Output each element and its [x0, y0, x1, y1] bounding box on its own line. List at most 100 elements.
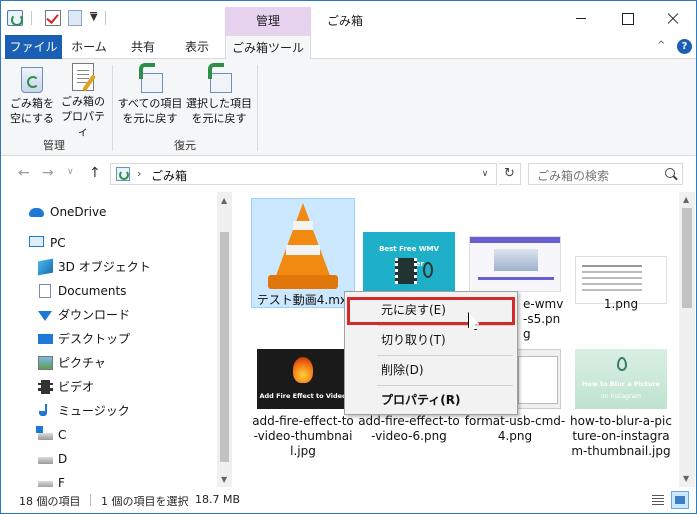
recycle-bin-icon [21, 67, 43, 93]
button-label: 選択した項目 [186, 97, 252, 110]
menu-item-delete[interactable]: 削除(D) [347, 358, 515, 382]
selection-count: 1 個の項目を選択 [101, 495, 189, 508]
group-separator [257, 65, 258, 151]
file-thumbnail: Best Free WMV Splitter [363, 232, 455, 292]
thumbnail-text: Add Fire Effect to Video [259, 392, 347, 400]
file-item[interactable]: テスト動画4.mxf [251, 198, 355, 308]
tab-file[interactable]: ファイル [5, 35, 62, 59]
search-icon [665, 168, 675, 178]
recycle-bin-properties-button[interactable]: ごみ箱の プロパティ [57, 63, 109, 139]
recycle-bin-icon[interactable] [7, 10, 23, 26]
recycle-bin-icon [116, 167, 130, 181]
system-drive-icon [36, 426, 53, 440]
nav-item-label: 3D オブジェクト [58, 260, 151, 274]
status-bar: 18 個の項目 1 個の項目を選択 18.7 MB [1, 487, 696, 513]
menu-item-properties[interactable]: プロパティ(R) [347, 388, 515, 412]
empty-recycle-bin-button[interactable]: ごみ箱を 空にする [7, 63, 57, 126]
nav-item-label: ビデオ [58, 380, 95, 394]
context-menu: 元に戻す(E) 切り取り(T) 削除(D) プロパティ(R) [344, 291, 518, 415]
navigation-bar: ← → ∨ ↑ › ごみ箱 ∨ ↻ ごみ箱の検索 [1, 156, 696, 192]
file-item[interactable]: Add Fire Effect to Video add-fire-effect… [251, 345, 355, 475]
nav-item-label: ピクチャ [58, 356, 106, 370]
back-arrow-icon[interactable]: ← [18, 165, 30, 181]
file-name: テスト動画4.mxf [256, 293, 352, 307]
scrollbar-thumb[interactable] [220, 232, 229, 462]
maximize-button[interactable] [604, 1, 650, 35]
nav-item-label: ミュージック [58, 404, 130, 418]
nav-item-label: Documents [58, 284, 127, 298]
file-item[interactable]: How to Blur a Picture on Instagram how-t… [569, 345, 673, 485]
scroll-down-icon[interactable]: ▼ [683, 474, 689, 483]
quick-access-dropdown-icon[interactable]: ▼ [90, 12, 98, 23]
recent-locations-chevron-icon[interactable]: ∨ [67, 167, 74, 177]
large-icons-view-icon[interactable] [671, 491, 689, 509]
search-placeholder: ごみ箱の検索 [537, 169, 610, 183]
menu-item-cut[interactable]: 切り取り(T) [347, 328, 515, 352]
3d-objects-icon [38, 258, 53, 276]
item-count: 18 個の項目 [19, 495, 81, 508]
tab-view[interactable]: 表示 [170, 35, 224, 59]
details-view-icon[interactable] [651, 493, 665, 507]
button-label: を元に戻す [122, 112, 178, 125]
tab-recycle-bin-tools[interactable]: ごみ箱ツール [225, 35, 311, 60]
restore-all-icon [135, 63, 165, 93]
restore-all-items-button[interactable]: すべての項目 を元に戻す [117, 63, 183, 126]
menu-separator [377, 355, 513, 356]
address-bar[interactable]: › ごみ箱 [110, 163, 497, 185]
nav-item-label: C [58, 428, 67, 442]
file-thumbnail: Add Fire Effect to Video [257, 349, 349, 409]
scroll-down-icon[interactable]: ▼ [221, 475, 227, 484]
ribbon-collapse-icon[interactable]: ^ [657, 40, 665, 51]
menu-separator [377, 385, 513, 386]
nav-item-label: D [58, 452, 68, 466]
help-icon[interactable]: ? [677, 39, 692, 54]
file-view-scrollbar[interactable]: ▲ ▼ [679, 192, 695, 487]
file-name: format-usb-cmd-4.png [464, 414, 566, 443]
scroll-up-icon[interactable]: ▲ [683, 195, 689, 204]
search-input[interactable]: ごみ箱の検索 [528, 163, 683, 185]
nav-item-label: F [58, 476, 65, 487]
refresh-icon[interactable]: ↻ [499, 163, 521, 185]
tab-share[interactable]: 共有 [116, 35, 170, 59]
address-dropdown-icon[interactable]: ∨ [475, 163, 495, 185]
computer-icon [29, 236, 44, 247]
file-name: add-fire-effect-to-video-6.png [358, 414, 460, 443]
scrollbar-thumb[interactable] [682, 208, 692, 308]
properties-check-icon[interactable] [45, 10, 61, 26]
minimize-button[interactable] [558, 1, 604, 35]
quick-access-separator [105, 11, 106, 25]
selection-size: 18.7 MB [195, 493, 241, 506]
title-bar: ▼ 管理 ごみ箱 [1, 1, 696, 35]
menu-separator [377, 325, 513, 326]
scroll-up-icon[interactable]: ▲ [221, 196, 227, 205]
forward-arrow-icon[interactable]: → [42, 165, 54, 181]
video-film-icon [38, 380, 53, 394]
button-label: すべての項目 [117, 97, 183, 110]
scissors-icon [423, 262, 433, 278]
navigation-pane-scrollbar[interactable]: ▲ ▼ [217, 192, 232, 487]
menu-item-restore[interactable]: 元に戻す(E) [347, 298, 515, 322]
restore-selected-items-button[interactable]: 選択した項目 を元に戻す [185, 63, 253, 126]
tab-home[interactable]: ホーム [62, 35, 116, 59]
address-path[interactable]: ごみ箱 [151, 167, 187, 184]
nav-item-label: PC [50, 236, 66, 250]
chevron-right-icon[interactable]: › [137, 167, 141, 180]
status-separator [90, 494, 91, 506]
nav-item-label: OneDrive [50, 205, 107, 219]
new-folder-icon[interactable] [68, 10, 82, 26]
file-thumbnail [469, 236, 561, 292]
ribbon-body: ごみ箱を 空にする ごみ箱の プロパティ 管理 すべての項目 を元に戻す 選択し… [1, 59, 696, 156]
context-tab-header: 管理 [225, 7, 311, 35]
download-arrow-icon [38, 311, 52, 321]
window-title: ごみ箱 [327, 14, 364, 28]
nav-item-label: ダウンロード [58, 308, 131, 322]
file-name: how-to-blur-a-picture-on-instagram-thumb… [570, 414, 672, 458]
button-label: ごみ箱を [10, 97, 54, 110]
file-item[interactable]: 1.png [569, 198, 673, 311]
button-label: ごみ箱の [61, 95, 105, 108]
close-button[interactable] [650, 1, 696, 35]
up-arrow-icon[interactable]: ↑ [89, 165, 101, 181]
desktop-icon [38, 334, 53, 344]
group-separator [112, 65, 113, 151]
drive-icon [38, 457, 53, 464]
